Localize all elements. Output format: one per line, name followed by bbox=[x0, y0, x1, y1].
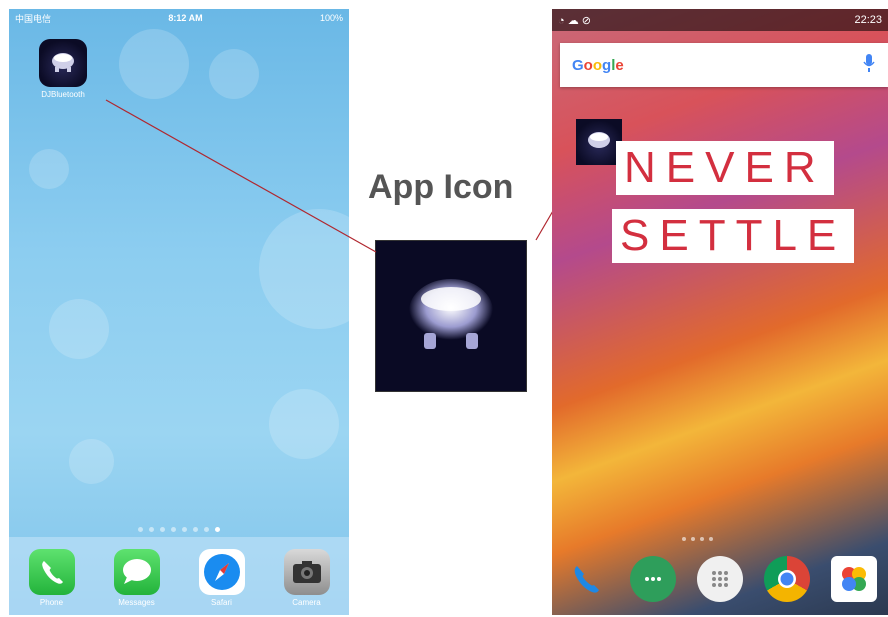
wallpaper-bokeh bbox=[209, 49, 259, 99]
wallpaper-text-settle: SETTLE bbox=[612, 209, 855, 263]
status-time: 22:23 bbox=[854, 14, 882, 26]
dock-label: Phone bbox=[39, 598, 64, 607]
bluetooth-speaker-app-icon[interactable] bbox=[39, 39, 87, 87]
dock bbox=[552, 543, 888, 615]
dock-app-safari[interactable]: Safari bbox=[194, 549, 250, 607]
wallpaper-text-never: NEVER bbox=[616, 141, 834, 195]
page-dot-active bbox=[215, 527, 220, 532]
wallpaper-bokeh bbox=[119, 29, 189, 99]
wallpaper-bokeh bbox=[269, 389, 339, 459]
phone-icon[interactable] bbox=[563, 556, 609, 602]
page-dot bbox=[691, 537, 695, 541]
bluetooth-speaker-app-icon bbox=[375, 240, 527, 392]
dock-app-messages[interactable]: Messages bbox=[109, 549, 165, 607]
wallpaper-bokeh bbox=[29, 149, 69, 189]
status-time: 8:12 AM bbox=[168, 13, 203, 23]
page-dot bbox=[700, 537, 704, 541]
carrier-label: 中国电信 bbox=[15, 13, 52, 24]
page-dot bbox=[182, 527, 187, 532]
dock-label: Safari bbox=[211, 598, 232, 607]
page-indicator[interactable] bbox=[9, 527, 349, 532]
chrome-icon[interactable] bbox=[764, 556, 811, 602]
page-dot bbox=[138, 527, 143, 532]
wallpaper-bokeh bbox=[49, 299, 109, 359]
notification-icons: ◔ ☁ ⊘ bbox=[558, 14, 591, 27]
mic-icon[interactable] bbox=[862, 53, 876, 78]
battery-label: 100% bbox=[319, 13, 343, 23]
status-bar: 中国电信 8:12 AM 100% bbox=[9, 9, 349, 27]
dock: Phone Messages Safari Camera bbox=[9, 537, 349, 615]
hangouts-icon[interactable] bbox=[629, 556, 676, 602]
app-djbluetooth[interactable]: DJBluetooth bbox=[35, 39, 91, 99]
google-logo: Google bbox=[572, 56, 624, 74]
safari-icon[interactable] bbox=[198, 549, 245, 595]
dock-app-camera[interactable]: Camera bbox=[279, 549, 335, 607]
page-dot bbox=[149, 527, 154, 532]
page-indicator[interactable] bbox=[682, 537, 713, 541]
app-drawer-icon[interactable] bbox=[696, 556, 743, 602]
page-dot bbox=[171, 527, 176, 532]
photos-icon[interactable] bbox=[831, 556, 878, 602]
ios-home-screen: 中国电信 8:12 AM 100% DJBluetooth Phone Mess… bbox=[9, 9, 349, 615]
dock-app-phone[interactable]: Phone bbox=[24, 549, 80, 607]
wallpaper-bokeh bbox=[259, 209, 349, 329]
wallpaper-bokeh bbox=[69, 439, 114, 484]
app-label: DJBluetooth bbox=[41, 90, 85, 99]
phone-icon[interactable] bbox=[28, 549, 75, 595]
page-dot bbox=[682, 537, 686, 541]
status-bar: ◔ ☁ ⊘ 22:23 bbox=[552, 9, 888, 31]
dock-label: Messages bbox=[118, 598, 155, 607]
page-dot bbox=[193, 527, 198, 532]
page-dot bbox=[160, 527, 165, 532]
app-icon-caption: App Icon bbox=[368, 168, 514, 206]
camera-icon[interactable] bbox=[283, 549, 330, 595]
google-search-bar[interactable]: Google bbox=[560, 43, 888, 87]
messages-icon[interactable] bbox=[113, 549, 160, 595]
page-dot bbox=[709, 537, 713, 541]
page-dot bbox=[204, 527, 209, 532]
dock-label: Camera bbox=[292, 598, 321, 607]
android-home-screen: ◔ ☁ ⊘ 22:23 Google NEVER SETTLE bbox=[552, 9, 888, 615]
